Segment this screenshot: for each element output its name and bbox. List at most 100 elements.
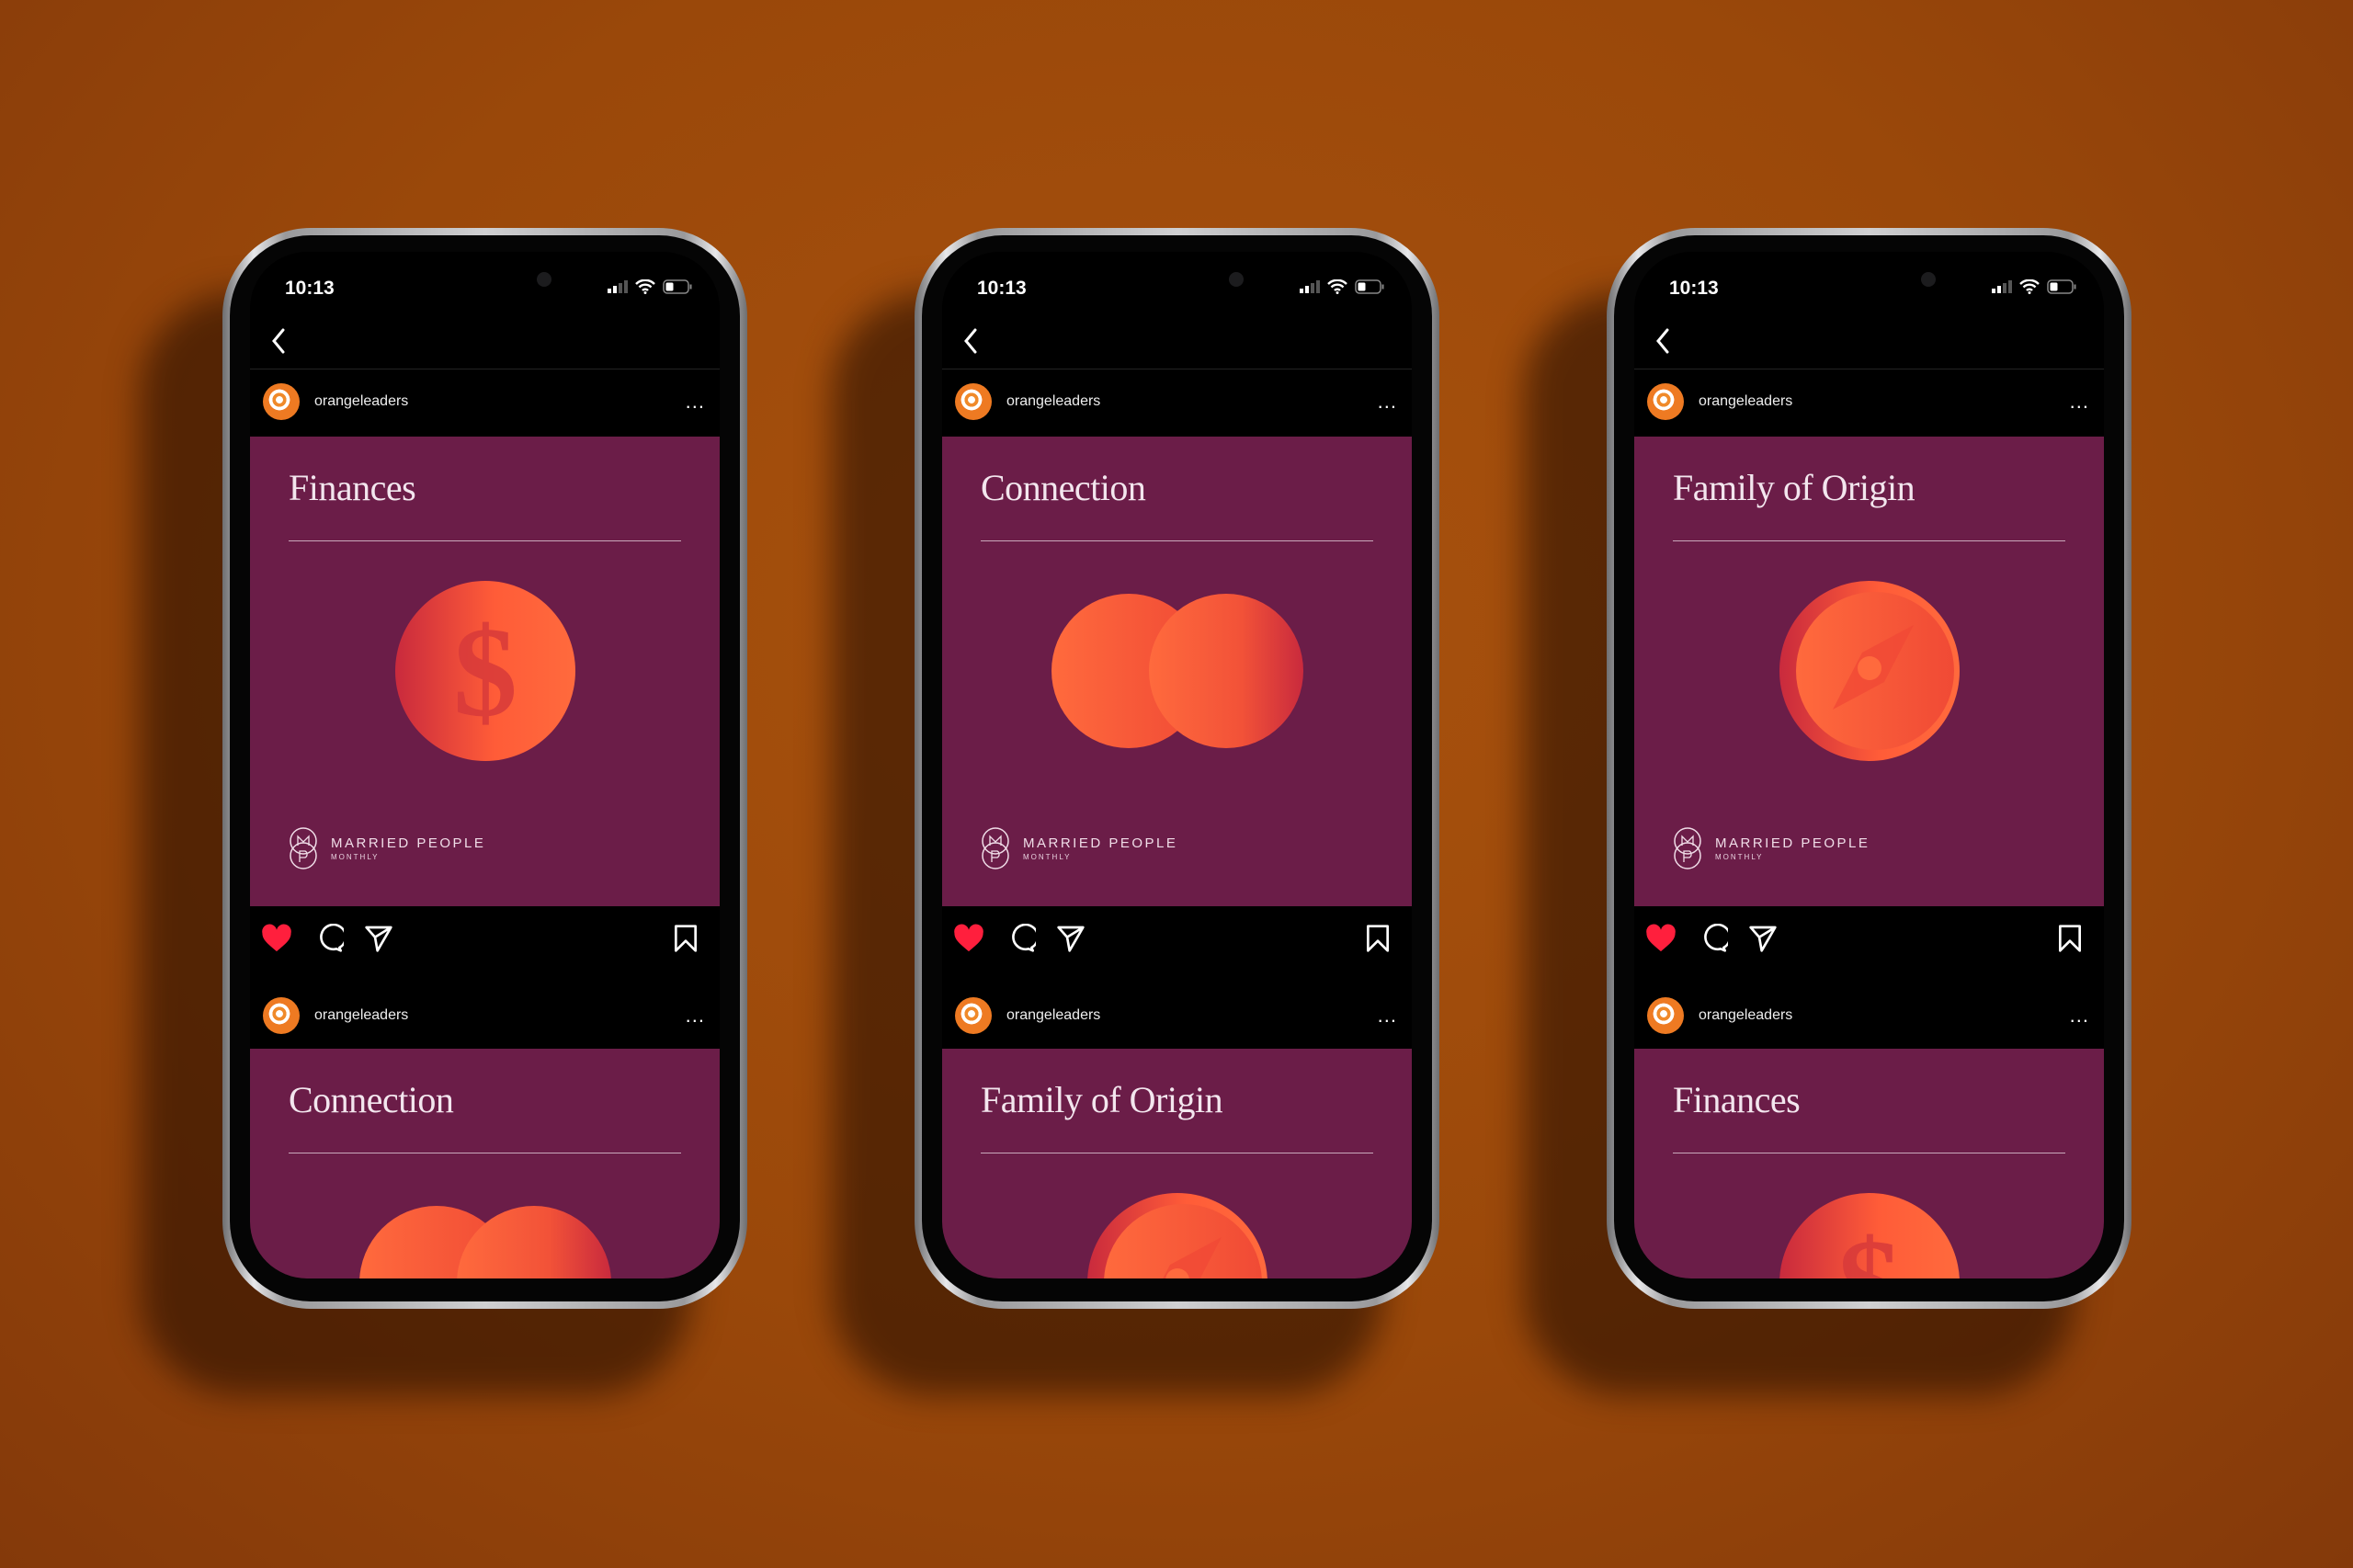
- heart-icon[interactable]: [261, 924, 292, 953]
- status-icons: [1300, 279, 1384, 294]
- signal-icon: [608, 280, 628, 293]
- post-image[interactable]: Connection MARRIED PEOPLE MONTHLY: [942, 437, 1412, 906]
- status-time: 10:13: [1669, 278, 1719, 299]
- brand-logo: MARRIED PEOPLE MONTHLY: [289, 827, 485, 869]
- comment-icon[interactable]: [1006, 924, 1036, 953]
- more-options-button[interactable]: ...: [2070, 392, 2089, 412]
- username[interactable]: orangeleaders: [314, 1007, 686, 1024]
- post-title: Connection: [981, 467, 1146, 508]
- overlapping-circles-icon: [359, 1206, 611, 1278]
- post-image[interactable]: $ Finances: [1634, 1049, 2104, 1278]
- status-icons: [608, 279, 692, 294]
- front-camera: [1229, 272, 1244, 287]
- brand-name: MARRIED PEOPLE: [331, 835, 486, 851]
- heart-icon[interactable]: [1645, 924, 1677, 953]
- svg-text:$: $: [453, 601, 517, 744]
- username[interactable]: orangeleaders: [1006, 393, 1378, 410]
- more-options-button[interactable]: ...: [1378, 392, 1397, 412]
- title-divider: [1673, 540, 2065, 541]
- signal-icon: [1992, 280, 2012, 293]
- compass-icon: [1087, 1193, 1267, 1278]
- avatar[interactable]: [1647, 383, 1684, 420]
- instagram-screen: 10:13 orangeleaders ... Connection MARRI…: [942, 252, 1412, 1278]
- wifi-icon: [2019, 279, 2040, 294]
- status-time: 10:13: [285, 278, 335, 299]
- post-header: orangeleaders ...: [942, 995, 1412, 1036]
- post-actions: [1634, 918, 2104, 959]
- phone-3: 10:13 orangeleaders ... Family of Origin…: [1607, 228, 2131, 1309]
- username[interactable]: orangeleaders: [1699, 1007, 2070, 1024]
- title-divider: [981, 540, 1373, 541]
- brand-subtitle: MONTHLY: [1023, 853, 1072, 861]
- brand-name: MARRIED PEOPLE: [1023, 835, 1178, 851]
- post-actions: [250, 918, 720, 959]
- battery-icon: [2047, 279, 2076, 294]
- signal-icon: [1300, 280, 1320, 293]
- wifi-icon: [1327, 279, 1347, 294]
- bookmark-icon[interactable]: [2057, 924, 2083, 953]
- title-divider: [289, 540, 681, 541]
- avatar[interactable]: [263, 997, 300, 1034]
- avatar[interactable]: [955, 383, 992, 420]
- post-image[interactable]: Family of Origin: [942, 1049, 1412, 1278]
- dollar-coin-icon: $: [395, 581, 575, 761]
- bookmark-icon[interactable]: [1365, 924, 1391, 953]
- share-icon[interactable]: [364, 924, 393, 953]
- back-chevron-icon[interactable]: [263, 325, 300, 357]
- post-image[interactable]: Connection: [250, 1049, 720, 1278]
- battery-icon: [1355, 279, 1384, 294]
- front-camera: [1921, 272, 1936, 287]
- svg-text:$: $: [1837, 1213, 1902, 1278]
- post-actions: [942, 918, 1412, 959]
- brand-subtitle: MONTHLY: [1715, 853, 1764, 861]
- married-people-logo-icon: [290, 827, 317, 869]
- heart-icon[interactable]: [953, 924, 984, 953]
- post-header: orangeleaders ...: [1634, 995, 2104, 1036]
- compass-icon: [1779, 581, 1960, 761]
- married-people-logo-icon: [1674, 827, 1701, 869]
- phone-2: 10:13 orangeleaders ... Connection MARRI…: [915, 228, 1439, 1309]
- post-image[interactable]: Family of Origin MARRIED PEOPLE MONTHLY: [1634, 437, 2104, 906]
- share-icon[interactable]: [1056, 924, 1086, 953]
- battery-icon: [663, 279, 692, 294]
- share-icon[interactable]: [1748, 924, 1778, 953]
- username[interactable]: orangeleaders: [1006, 1007, 1378, 1024]
- bookmark-icon[interactable]: [673, 924, 699, 953]
- comment-icon[interactable]: [314, 924, 344, 953]
- more-options-button[interactable]: ...: [686, 1006, 705, 1026]
- post-header: orangeleaders ...: [250, 381, 720, 422]
- post-title: Finances: [289, 467, 416, 508]
- more-options-button[interactable]: ...: [1378, 1006, 1397, 1026]
- post-title: Family of Origin: [1673, 467, 1915, 508]
- post-header: orangeleaders ...: [1634, 381, 2104, 422]
- post-title: Connection: [289, 1079, 454, 1120]
- more-options-button[interactable]: ...: [686, 392, 705, 412]
- wifi-icon: [635, 279, 655, 294]
- more-options-button[interactable]: ...: [2070, 1006, 2089, 1026]
- instagram-screen: 10:13 orangeleaders ... $ Finances MARRI…: [250, 252, 720, 1278]
- post-header: orangeleaders ...: [942, 381, 1412, 422]
- post-header: orangeleaders ...: [250, 995, 720, 1036]
- brand-logo: MARRIED PEOPLE MONTHLY: [981, 827, 1177, 869]
- post-title: Family of Origin: [981, 1079, 1223, 1120]
- phone-1: 10:13 orangeleaders ... $ Finances MARRI…: [222, 228, 747, 1309]
- dollar-coin-icon: $: [1779, 1193, 1960, 1278]
- married-people-logo-icon: [982, 827, 1009, 869]
- post-title: Finances: [1673, 1079, 1801, 1120]
- overlapping-circles-icon: [1051, 594, 1303, 748]
- avatar[interactable]: [263, 383, 300, 420]
- comment-icon[interactable]: [1699, 924, 1728, 953]
- status-icons: [1992, 279, 2076, 294]
- avatar[interactable]: [1647, 997, 1684, 1034]
- front-camera: [537, 272, 551, 287]
- back-chevron-icon[interactable]: [1647, 325, 1684, 357]
- back-chevron-icon[interactable]: [955, 325, 992, 357]
- username[interactable]: orangeleaders: [1699, 393, 2070, 410]
- status-time: 10:13: [977, 278, 1027, 299]
- instagram-screen: 10:13 orangeleaders ... Family of Origin…: [1634, 252, 2104, 1278]
- brand-name: MARRIED PEOPLE: [1715, 835, 1870, 851]
- username[interactable]: orangeleaders: [314, 393, 686, 410]
- post-image[interactable]: $ Finances MARRIED PEOPLE MONTHLY: [250, 437, 720, 906]
- brand-subtitle: MONTHLY: [331, 853, 380, 861]
- avatar[interactable]: [955, 997, 992, 1034]
